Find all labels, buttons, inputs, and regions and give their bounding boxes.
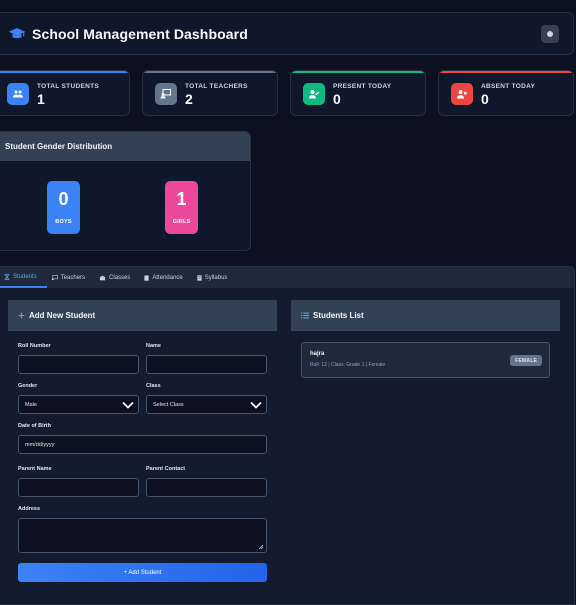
students-list-header: Students List (291, 300, 560, 331)
clipboard-icon (144, 274, 149, 281)
stat-label: ABSENT TODAY (481, 83, 536, 90)
tab-classes[interactable]: Classes (95, 267, 140, 288)
theme-toggle-button[interactable] (541, 25, 559, 43)
stat-value: 1 (37, 91, 45, 107)
stat-value: 2 (185, 91, 193, 107)
users-icon (7, 83, 29, 105)
address-label: Address (18, 506, 41, 512)
gender-badge: FEMALE (510, 355, 542, 366)
stat-label: TOTAL STUDENTS (37, 83, 99, 90)
stat-card-absent-today: ABSENT TODAY 0 (438, 70, 574, 116)
tab-students[interactable]: Students (0, 267, 47, 288)
stat-label: TOTAL TEACHERS (185, 83, 248, 90)
stat-label: PRESENT TODAY (333, 83, 392, 90)
name-input[interactable] (146, 355, 267, 374)
graduation-icon (4, 273, 10, 280)
parent-name-label: Parent Name (18, 466, 52, 472)
boys-count-box: 0 BOYS (47, 181, 80, 234)
user-check-icon (303, 83, 325, 105)
building-icon (99, 275, 106, 280)
boys-count: 0 (58, 189, 69, 209)
roll-number-label: Roll Number (18, 343, 51, 349)
chevron-down-icon (122, 401, 134, 409)
boys-label: BOYS (55, 219, 72, 225)
student-list-item[interactable]: hajra Roll: 12 | Class: Grade 1 | Female… (301, 342, 550, 378)
parent-name-input[interactable] (18, 478, 139, 497)
graduation-cap-icon (8, 27, 26, 38)
girls-count: 1 (176, 189, 187, 209)
stat-value: 0 (333, 91, 341, 107)
dob-label: Date of Birth (18, 423, 51, 429)
list-icon (301, 312, 309, 319)
resize-handle-icon[interactable] (258, 544, 264, 550)
girls-count-box: 1 GIRLS (165, 181, 198, 234)
tab-syllabus[interactable]: Syllabus (193, 267, 238, 288)
chalkboard-teacher-icon (155, 83, 177, 105)
chalkboard-icon (51, 274, 58, 280)
gender-label: Gender (18, 383, 38, 389)
dashboard-header: School Management Dashboard (0, 12, 574, 55)
gender-distribution-card: Student Gender Distribution 0 BOYS 1 GIR… (0, 131, 251, 251)
gender-distribution-title: Student Gender Distribution (0, 132, 250, 161)
add-student-button[interactable]: + Add Student (18, 563, 267, 582)
stat-card-total-students: TOTAL STUDENTS 1 (0, 70, 130, 116)
dob-input[interactable]: mm/dd/yyyy (18, 435, 267, 454)
address-textarea[interactable] (18, 518, 267, 553)
girls-label: GIRLS (172, 219, 191, 225)
gender-select[interactable]: Male (18, 395, 139, 414)
parent-contact-label: Parent Contact (146, 466, 186, 472)
tab-attendance[interactable]: Attendance (140, 267, 192, 288)
class-select[interactable]: Select Class (146, 395, 267, 414)
stat-value: 0 (481, 91, 489, 107)
add-student-header: Add New Student (8, 300, 277, 331)
plus-icon (18, 312, 25, 319)
class-label: Class (146, 383, 161, 389)
page-title: School Management Dashboard (32, 25, 248, 42)
user-x-icon (451, 83, 473, 105)
parent-contact-input[interactable] (146, 478, 267, 497)
stat-card-present-today: PRESENT TODAY 0 (290, 70, 426, 116)
moon-icon (547, 31, 553, 37)
chevron-down-icon (250, 401, 262, 409)
roll-number-input[interactable] (18, 355, 139, 374)
stat-card-total-teachers: TOTAL TEACHERS 2 (142, 70, 278, 116)
tab-bar: Students Teachers Classes Attendance Syl… (0, 267, 574, 288)
tab-teachers[interactable]: Teachers (47, 267, 95, 288)
student-meta: Roll: 12 | Class: Grade 1 | Female (310, 362, 386, 368)
student-name: hajra (310, 351, 325, 357)
name-label: Name (146, 343, 161, 349)
book-icon (197, 274, 202, 281)
